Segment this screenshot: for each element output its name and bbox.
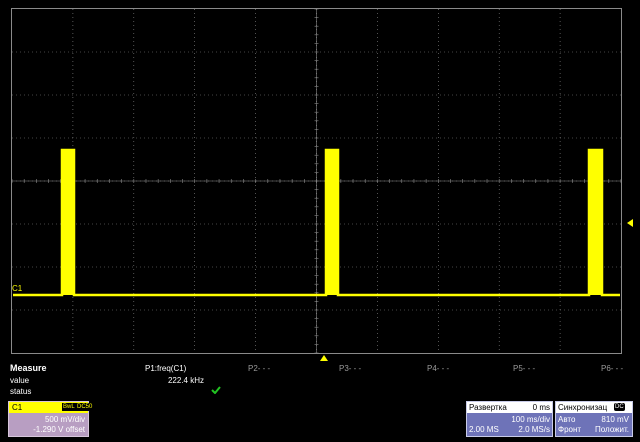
- waveform-pulse: [589, 150, 602, 295]
- trigger-level: 810 mV: [601, 415, 629, 424]
- waveform-pulse: [326, 150, 338, 295]
- trigger-title: Синхронизац: [558, 403, 608, 412]
- trigger-descriptor[interactable]: Синхронизац DC Авто 810 mV Фронт Положит…: [555, 401, 633, 437]
- trigger-level-marker[interactable]: [627, 219, 633, 227]
- param-p6-label[interactable]: P6- - -: [601, 364, 623, 373]
- timebase-title: Развертка: [469, 403, 507, 412]
- channel-c1-descriptor[interactable]: C1 BwL DC50 500 mV/div -1.290 V offset: [8, 401, 94, 437]
- timebase-descriptor[interactable]: Развертка 0 ms 100 ms/div 2.00 MS 2.0 MS…: [466, 401, 553, 437]
- coupling-badge: DC50: [76, 403, 94, 411]
- channel-offset: -1.290 V offset: [33, 425, 85, 434]
- measure-title[interactable]: Measure: [10, 363, 47, 373]
- timebase-points: 2.00 MS: [469, 425, 499, 434]
- trigger-header: Синхронизац DC: [556, 402, 632, 413]
- trigger-edge-label: Фронт: [558, 425, 582, 434]
- channel-c1-header: C1 BwL DC50: [9, 402, 94, 413]
- param-p2-label[interactable]: P2- - -: [248, 364, 270, 373]
- param-p5-label[interactable]: P5- - -: [513, 364, 535, 373]
- param-p1-label[interactable]: P1:freq(C1): [145, 364, 186, 373]
- param-p4-label[interactable]: P4- - -: [427, 364, 449, 373]
- trigger-slope: Положит.: [595, 425, 629, 434]
- measure-panel: Measure value status P1:freq(C1) 222.4 k…: [8, 362, 636, 398]
- timebase-tdiv: 100 ms/div: [511, 415, 550, 424]
- check-icon: [211, 386, 221, 394]
- timebase-delay: 0 ms: [532, 403, 550, 412]
- value-row-label: value: [10, 376, 30, 385]
- trace-label-c1: C1: [12, 284, 23, 293]
- timebase-header: Развертка 0 ms: [467, 402, 552, 413]
- bandwidth-limit-badge: BwL: [62, 403, 76, 411]
- waveform-pulse: [62, 150, 74, 295]
- trigger-coupling-badge: DC: [614, 403, 625, 411]
- status-row-label: status: [10, 387, 32, 396]
- oscilloscope-screen: C1 Measure value status P1:freq(C1) 222.…: [0, 0, 640, 442]
- channel-vdiv: 500 mV/div: [44, 415, 85, 424]
- trigger-mode: Авто: [558, 415, 576, 424]
- channel-name: C1: [12, 403, 23, 412]
- timebase-rate: 2.0 MS/s: [518, 425, 550, 434]
- param-p3-label[interactable]: P3- - -: [339, 364, 361, 373]
- param-p1-value: 222.4 kHz: [167, 376, 204, 385]
- trigger-delay-marker[interactable]: [320, 355, 328, 361]
